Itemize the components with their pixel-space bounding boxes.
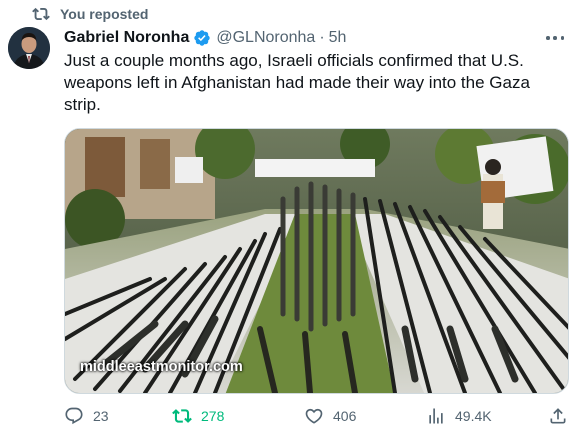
repost-icon [172,409,192,423]
views-count: 49.4K [455,408,492,424]
tweet-actions: 23 278 406 49.4K [64,404,569,428]
social-context[interactable]: You reposted [32,5,148,23]
tweet-timestamp[interactable]: 5h [329,29,347,47]
share-icon [550,408,566,424]
tweet-media-image[interactable]: middleeastmonitor.com [64,128,569,394]
verified-badge-icon[interactable] [193,29,211,47]
reply-button[interactable]: 23 [64,404,109,428]
tweet-header: Gabriel Noronha @GLNoronha · 5h [64,28,346,48]
author-handle[interactable]: @GLNoronha [216,29,315,47]
repost-button[interactable]: 278 [172,404,224,428]
views-icon [429,408,443,424]
media-watermark: middleeastmonitor.com [80,359,243,375]
like-count: 406 [333,408,357,424]
views-button[interactable]: 49.4K [426,404,492,428]
repost-label: You reposted [60,6,149,22]
repost-count: 278 [201,408,225,424]
more-options-button[interactable] [543,31,567,45]
tweet-text: Just a couple months ago, Israeli offici… [64,51,530,114]
author-name[interactable]: Gabriel Noronha [64,29,189,47]
share-button[interactable] [548,404,568,428]
avatar[interactable] [8,27,50,69]
like-button[interactable]: 406 [304,404,356,428]
repost-icon [32,7,50,21]
reply-count: 23 [93,408,109,424]
reply-icon [65,407,83,425]
like-icon [305,408,323,424]
separator-dot: · [319,29,325,46]
more-icon [546,36,550,40]
